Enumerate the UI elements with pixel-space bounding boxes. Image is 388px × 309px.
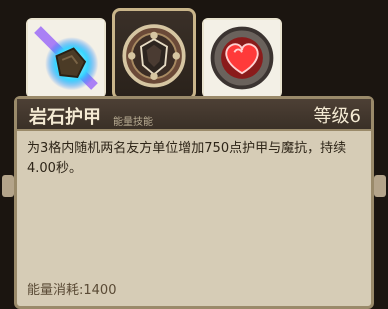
skill-level: 等级6	[313, 106, 361, 127]
skill-screen: 岩石护甲 能量技能 等级6 为3格内随机两名友方单位增加750点护甲与魔抗，持续…	[0, 0, 388, 309]
shield-emblem-icon	[122, 24, 186, 88]
energy-cost: 能量消耗:1400	[27, 283, 117, 298]
right-tab-handle[interactable]	[374, 175, 386, 197]
skill-category: 能量技能	[113, 117, 153, 128]
skill-slot-2-selected[interactable]	[112, 8, 196, 100]
skill-name: 岩石护甲	[29, 107, 101, 128]
skill-slot-3[interactable]	[202, 18, 282, 98]
skill-header: 岩石护甲 能量技能 等级6	[17, 99, 371, 131]
skill-detail-panel: 岩石护甲 能量技能 等级6 为3格内随机两名友方单位增加750点护甲与魔抗，持续…	[14, 96, 374, 309]
rock-meteor-icon	[28, 20, 104, 96]
skill-description: 为3格内随机两名友方单位增加750点护甲与魔抗，持续4.00秒。	[27, 141, 347, 176]
skill-slot-1[interactable]	[26, 18, 106, 98]
heart-gem-icon	[204, 20, 280, 96]
left-tab-handle[interactable]	[2, 175, 14, 197]
